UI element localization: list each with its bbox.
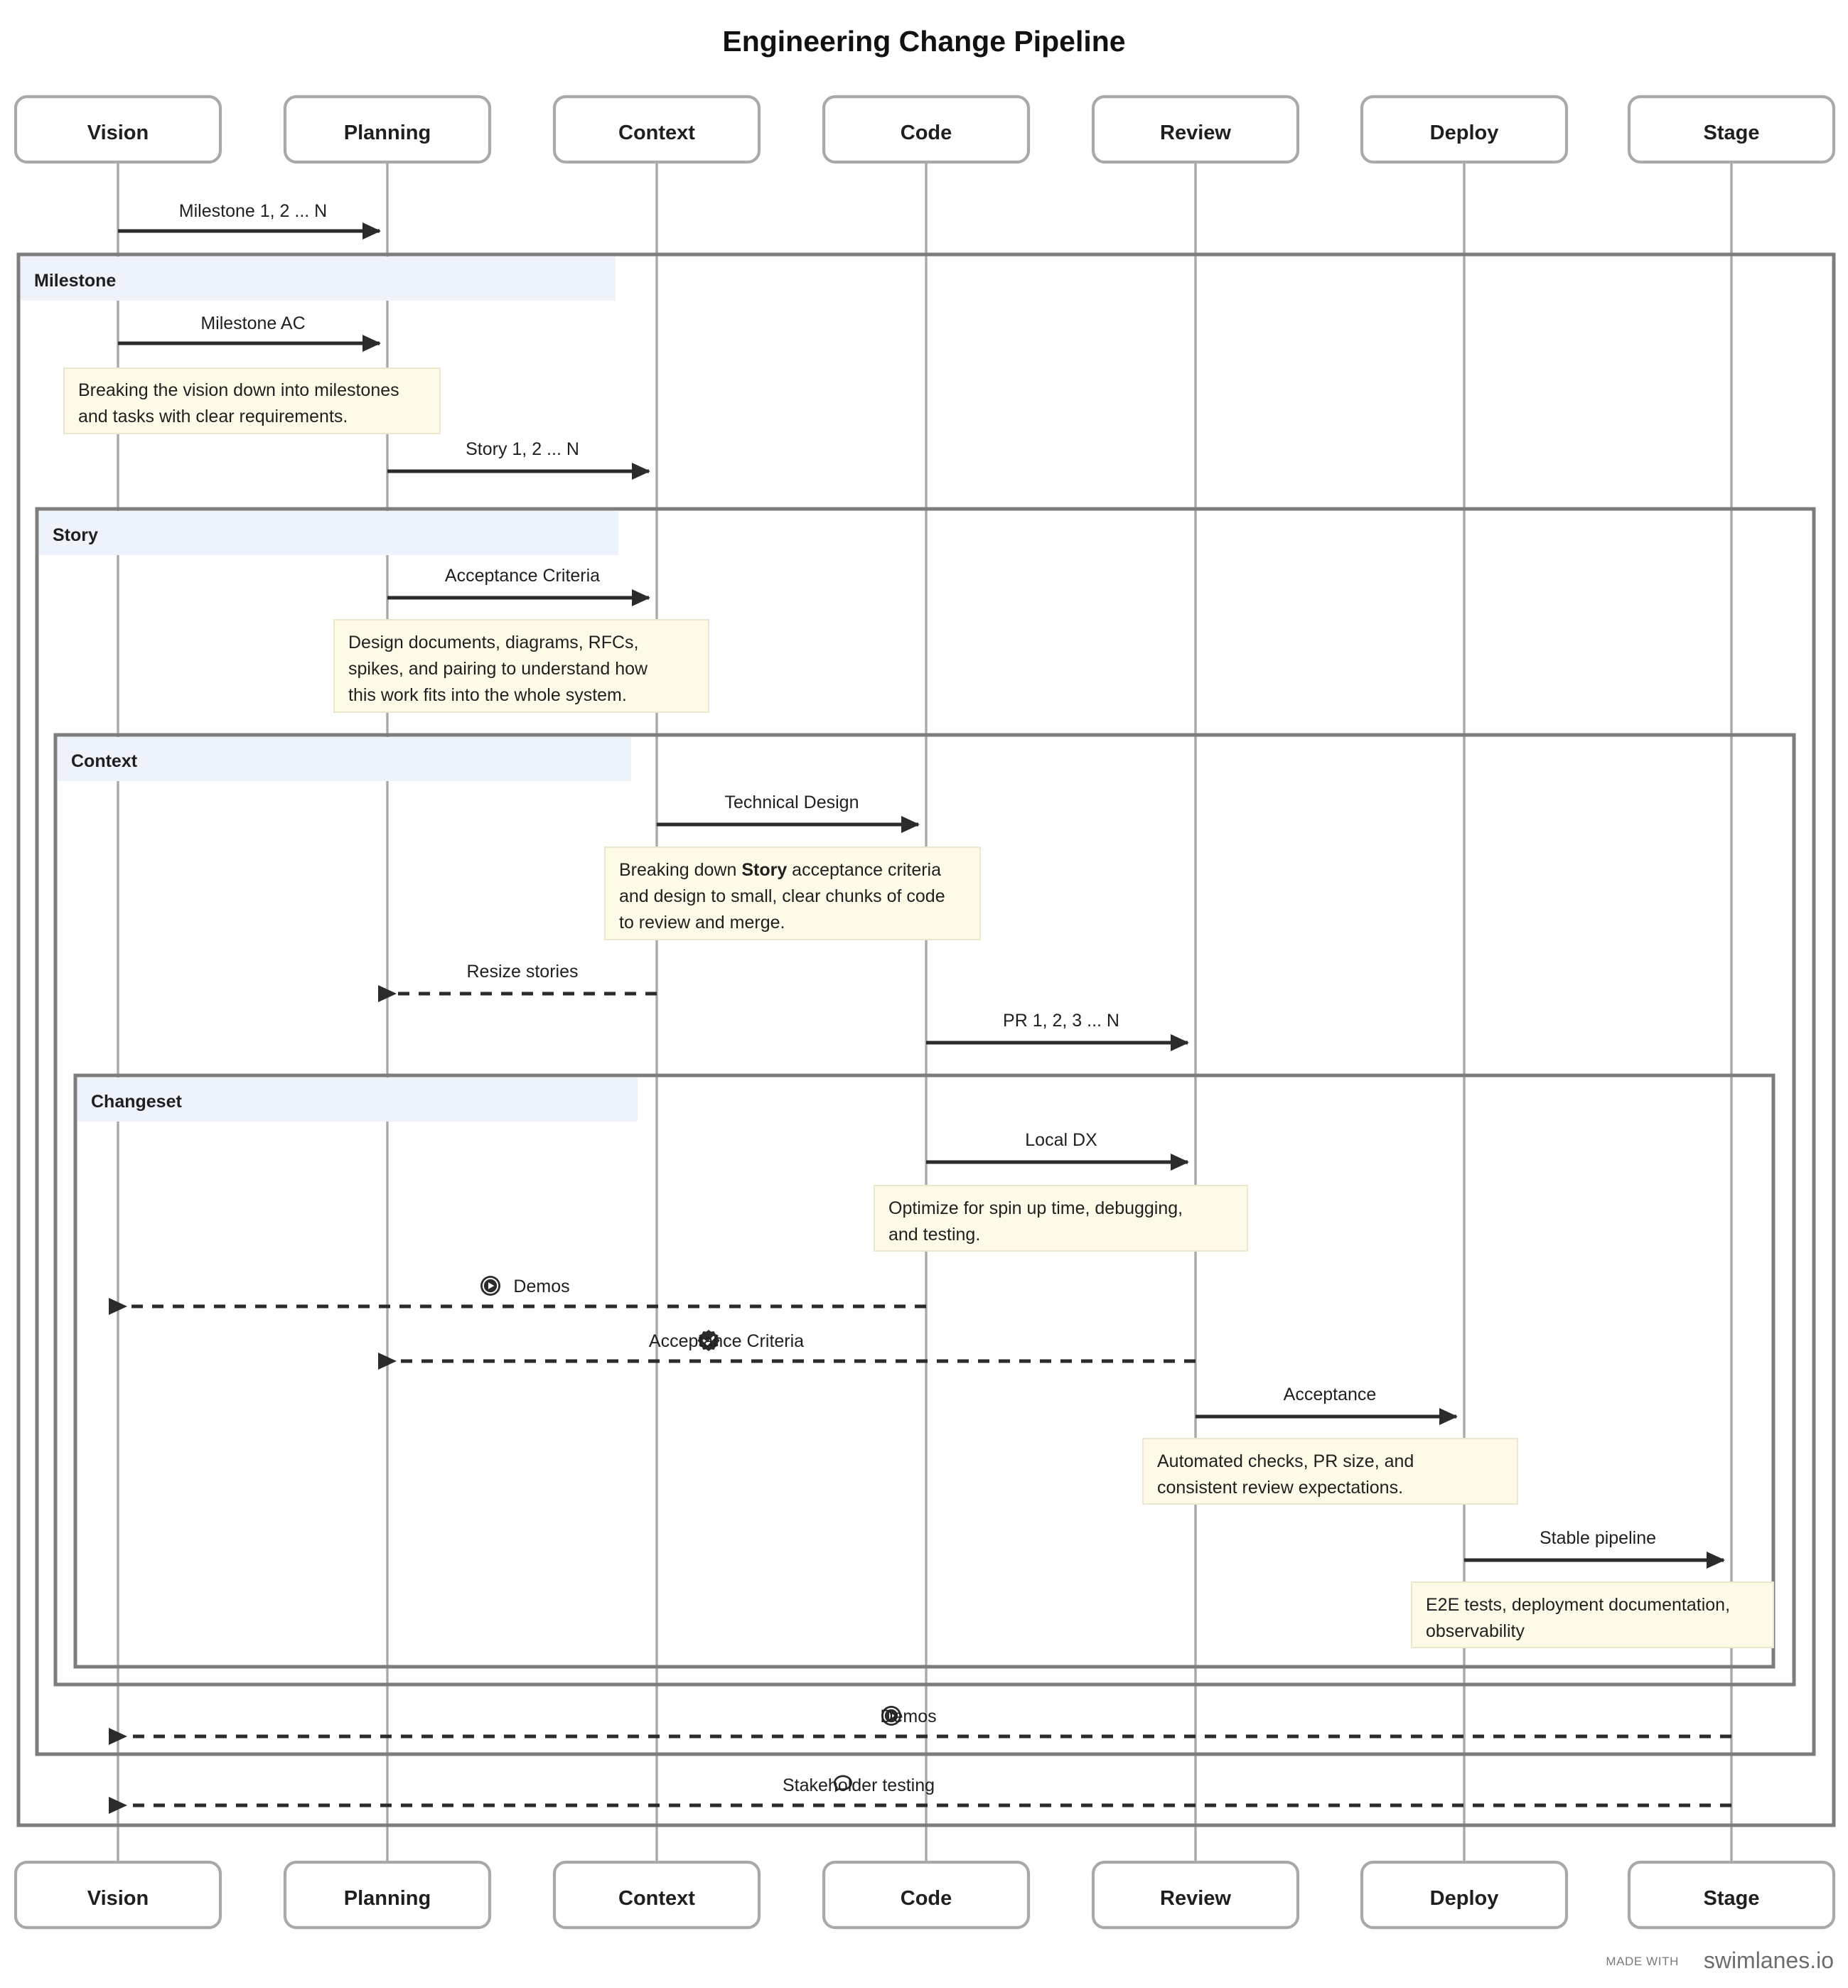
- note-n6: E2E tests, deployment documentation, obs…: [1411, 1581, 1774, 1648]
- actor-label-context-bottom: Context: [618, 1887, 695, 1910]
- message-label-m7: PR 1, 2, 3 ... N: [1003, 1011, 1119, 1031]
- note-n6-line-1: E2E tests, deployment documentation,: [1426, 1595, 1730, 1615]
- message-label-m13: Demos: [880, 1707, 936, 1726]
- actor-context-bottom[interactable]: Context: [552, 1860, 761, 1930]
- actor-label-planning-bottom: Planning: [344, 1887, 431, 1910]
- message-label-m12: Stable pipeline: [1540, 1528, 1656, 1548]
- actor-vision-bottom[interactable]: Vision: [14, 1860, 222, 1930]
- actor-review-bottom[interactable]: Review: [1091, 1860, 1300, 1930]
- actor-code-top[interactable]: Code: [822, 95, 1031, 164]
- actor-label-review: Review: [1160, 122, 1231, 144]
- note-n2-line-2: spikes, and pairing to understand how: [348, 659, 648, 679]
- actor-vision-top[interactable]: Vision: [14, 95, 222, 164]
- message-m13[interactable]: Demos: [109, 1706, 1731, 1745]
- actor-context-top[interactable]: Context: [552, 95, 761, 164]
- play-circle-icon: [480, 1276, 500, 1296]
- message-label-m9: Demos: [513, 1277, 569, 1296]
- actor-review-top[interactable]: Review: [1091, 95, 1300, 164]
- note-n4-line-1: Optimize for spin up time, debugging,: [888, 1198, 1183, 1218]
- sequence-diagram-svg: Engineering Change Pipeline Vision Plann…: [14, 25, 1836, 1973]
- message-label-m3: Story 1, 2 ... N: [466, 439, 579, 459]
- message-m9[interactable]: Demos: [109, 1276, 926, 1315]
- message-label-m8: Local DX: [1025, 1130, 1097, 1150]
- actor-label-stage-bottom: Stage: [1704, 1887, 1760, 1910]
- message-m8[interactable]: Local DX: [926, 1130, 1189, 1171]
- note-n2-line-1: Design documents, diagrams, RFCs,: [348, 633, 638, 652]
- actor-stage-bottom[interactable]: Stage: [1627, 1860, 1836, 1930]
- message-m3[interactable]: Story 1, 2 ... N: [387, 439, 650, 480]
- watermark-brand: swimlanes.io: [1704, 1947, 1834, 1973]
- actor-deploy-top[interactable]: Deploy: [1360, 95, 1569, 164]
- message-m2[interactable]: Milestone AC: [118, 313, 381, 352]
- note-n1-line-1: Breaking the vision down into milestones: [78, 380, 399, 400]
- actor-stage-top[interactable]: Stage: [1627, 95, 1836, 164]
- note-n4: Optimize for spin up time, debugging, an…: [874, 1185, 1248, 1252]
- message-m5[interactable]: Technical Design: [657, 792, 920, 833]
- fragment-label-milestone: Milestone: [34, 271, 116, 291]
- actor-label-deploy: Deploy: [1430, 122, 1499, 144]
- message-label-m10: Acceptance Criteria: [649, 1331, 804, 1351]
- page-title: Engineering Change Pipeline: [722, 25, 1125, 58]
- message-label-m2: Milestone AC: [200, 313, 305, 333]
- sequence-diagram-canvas: Engineering Change Pipeline Vision Plann…: [0, 0, 1848, 1988]
- actor-header-row: Vision Planning Context Code Review Depl…: [14, 95, 1836, 164]
- note-n3: Breaking down Story acceptance criteria …: [604, 847, 981, 940]
- message-m14[interactable]: Stakeholder testing: [109, 1775, 1731, 1814]
- note-n2: Design documents, diagrams, RFCs, spikes…: [333, 619, 709, 713]
- message-m10[interactable]: Acceptance Criteria: [378, 1330, 1196, 1370]
- fragment-tab-context: [58, 737, 631, 781]
- fragment-label-context: Context: [71, 751, 138, 771]
- note-n3-line-1: Breaking down Story acceptance criteria: [619, 860, 941, 880]
- watermark[interactable]: MADE WITH swimlanes.io: [1606, 1947, 1834, 1973]
- note-n3-seg-3: acceptance criteria: [787, 860, 941, 880]
- note-n5-line-2: consistent review expectations.: [1157, 1478, 1403, 1498]
- message-m6[interactable]: Resize stories: [378, 962, 657, 1002]
- fragment-label-changeset: Changeset: [91, 1092, 182, 1112]
- message-m1[interactable]: Milestone 1, 2 ... N: [118, 201, 381, 240]
- message-m11[interactable]: Acceptance: [1196, 1385, 1458, 1425]
- note-n5-line-1: Automated checks, PR size, and: [1157, 1451, 1414, 1471]
- message-m4[interactable]: Acceptance Criteria: [387, 566, 650, 606]
- fragment-label-story: Story: [53, 525, 98, 545]
- actor-label-deploy-bottom: Deploy: [1430, 1887, 1499, 1910]
- actor-planning-top[interactable]: Planning: [283, 95, 492, 164]
- message-label-m14: Stakeholder testing: [783, 1775, 935, 1795]
- note-n1-line-2: and tasks with clear requirements.: [78, 407, 348, 426]
- actor-footer-row: Vision Planning Context Code Review Depl…: [14, 1860, 1836, 1930]
- actor-label-vision: Vision: [87, 122, 149, 144]
- actor-label-review-bottom: Review: [1160, 1887, 1231, 1910]
- note-n5: Automated checks, PR size, and consisten…: [1142, 1438, 1518, 1505]
- note-n6-line-2: observability: [1426, 1621, 1525, 1641]
- message-label-m4: Acceptance Criteria: [445, 566, 600, 586]
- message-label-m6: Resize stories: [467, 962, 579, 982]
- message-m12[interactable]: Stable pipeline: [1464, 1528, 1725, 1569]
- actor-label-planning: Planning: [344, 122, 431, 144]
- actor-label-vision-bottom: Vision: [87, 1887, 149, 1910]
- message-label-m11: Acceptance: [1284, 1385, 1377, 1404]
- message-label-m5: Technical Design: [725, 792, 859, 812]
- fragment-changeset: Changeset: [73, 1073, 1776, 1669]
- note-n3-seg-2: Story: [741, 860, 787, 880]
- actor-label-context: Context: [618, 122, 695, 144]
- note-n1: Breaking the vision down into milestones…: [63, 367, 441, 434]
- note-n3-line-2: and design to small, clear chunks of cod…: [619, 886, 945, 906]
- actor-label-stage: Stage: [1704, 122, 1760, 144]
- message-m7[interactable]: PR 1, 2, 3 ... N: [926, 1011, 1189, 1051]
- note-n3-line-3: to review and merge.: [619, 913, 785, 933]
- actor-code-bottom[interactable]: Code: [822, 1860, 1031, 1930]
- fragment-tab-story: [39, 511, 618, 555]
- actor-label-code-bottom: Code: [901, 1887, 952, 1910]
- actor-deploy-bottom[interactable]: Deploy: [1360, 1860, 1569, 1930]
- message-label-m1: Milestone 1, 2 ... N: [179, 201, 327, 221]
- actor-label-code: Code: [901, 122, 952, 144]
- note-n3-seg-1: Breaking down: [619, 860, 741, 880]
- watermark-prefix: MADE WITH: [1606, 1955, 1679, 1968]
- actor-planning-bottom[interactable]: Planning: [283, 1860, 492, 1930]
- note-n4-line-2: and testing.: [888, 1225, 980, 1245]
- note-n2-line-3: this work fits into the whole system.: [348, 685, 627, 705]
